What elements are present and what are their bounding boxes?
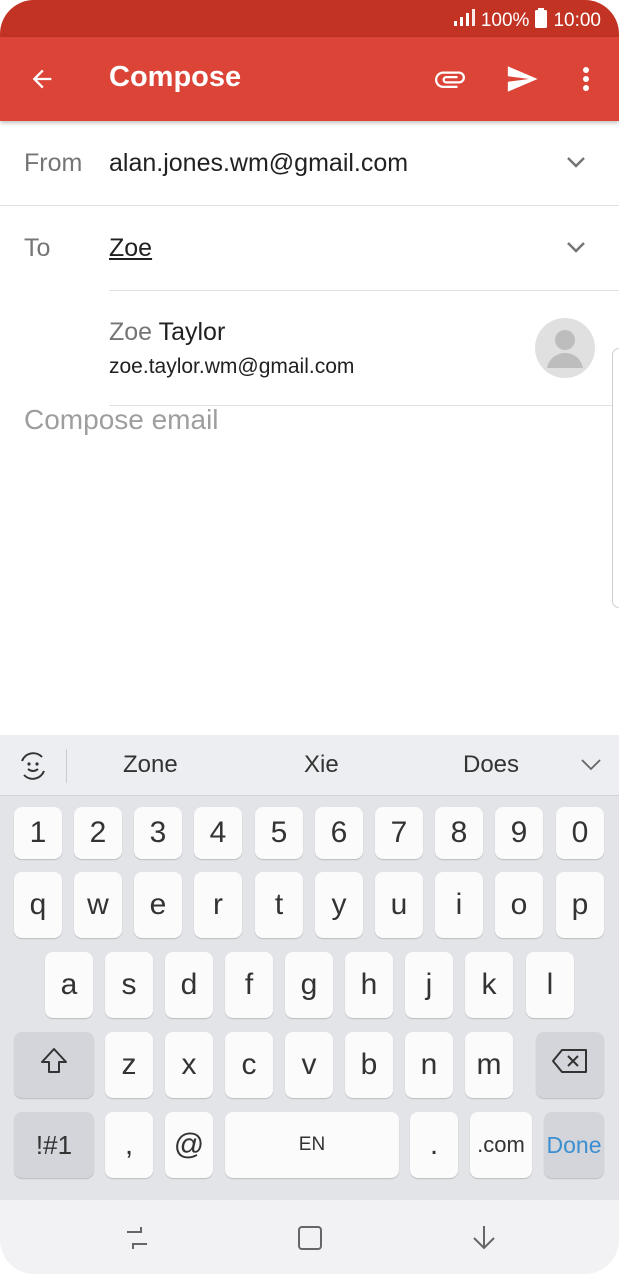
key[interactable]: s xyxy=(105,952,153,1018)
key[interactable]: 5 xyxy=(255,807,303,859)
to-label: To xyxy=(24,234,51,262)
recent-apps-icon[interactable] xyxy=(122,1224,152,1257)
suggestion-bar: Zone Xie Does xyxy=(0,735,619,796)
space-key[interactable]: EN xyxy=(225,1112,399,1178)
backspace-key[interactable] xyxy=(536,1032,604,1098)
symbols-key[interactable]: !#1 xyxy=(14,1112,94,1178)
from-label: From xyxy=(24,149,83,177)
expand-suggestions-chevron-icon[interactable] xyxy=(580,755,602,778)
avatar xyxy=(535,318,595,378)
key[interactable]: 4 xyxy=(194,807,242,859)
key[interactable]: r xyxy=(194,872,242,938)
to-input[interactable]: Zoe xyxy=(109,234,152,263)
word-suggestion[interactable]: Xie xyxy=(304,751,339,779)
key[interactable]: q xyxy=(14,872,62,938)
back-arrow-icon[interactable] xyxy=(22,59,62,99)
suggestion-name-rest: Taylor xyxy=(152,318,226,346)
at-key[interactable]: @ xyxy=(165,1112,213,1178)
from-chevron-down-icon[interactable] xyxy=(565,152,587,177)
suggestion-separator xyxy=(66,749,67,783)
key[interactable]: n xyxy=(405,1032,453,1098)
key[interactable]: 2 xyxy=(74,807,122,859)
key[interactable]: d xyxy=(165,952,213,1018)
key[interactable]: f xyxy=(225,952,273,1018)
screen: 100% 10:00 Compose From alan.jones.wm@gm… xyxy=(0,0,619,1274)
key[interactable]: e xyxy=(134,872,182,938)
emoji-switch-icon[interactable] xyxy=(16,749,50,788)
suggestion-name-match: Zoe xyxy=(109,318,153,346)
key[interactable]: g xyxy=(285,952,333,1018)
key[interactable]: y xyxy=(315,872,363,938)
done-key[interactable]: Done xyxy=(544,1112,604,1178)
key[interactable]: k xyxy=(465,952,513,1018)
word-suggestion[interactable]: Zone xyxy=(123,751,178,779)
key[interactable]: 6 xyxy=(315,807,363,859)
word-suggestion[interactable]: Does xyxy=(463,751,519,779)
from-divider xyxy=(0,205,619,206)
hide-keyboard-arrow-icon[interactable] xyxy=(469,1224,499,1257)
signal-icon xyxy=(453,9,475,33)
clock: 10:00 xyxy=(553,10,601,31)
scroll-indicator xyxy=(612,348,619,608)
key[interactable]: v xyxy=(285,1032,333,1098)
keyboard: Zone Xie Does 1 2 3 4 5 6 7 8 9 0 q w e … xyxy=(0,735,619,1200)
key[interactable]: u xyxy=(375,872,423,938)
key[interactable]: x xyxy=(165,1032,213,1098)
key[interactable]: l xyxy=(526,952,574,1018)
status-bar: 100% 10:00 xyxy=(0,0,619,37)
key[interactable]: i xyxy=(435,872,483,938)
key[interactable]: m xyxy=(465,1032,513,1098)
suggestion-email: zoe.taylor.wm@gmail.com xyxy=(109,355,355,378)
battery-percent: 100% xyxy=(480,10,530,31)
key[interactable]: w xyxy=(74,872,122,938)
key[interactable]: p xyxy=(556,872,604,938)
key[interactable]: a xyxy=(45,952,93,1018)
key[interactable]: j xyxy=(405,952,453,1018)
compose-body-input[interactable]: Compose email xyxy=(24,404,219,436)
shift-icon xyxy=(39,1046,69,1084)
key[interactable]: t xyxy=(255,872,303,938)
send-icon[interactable] xyxy=(500,59,544,99)
from-account-select[interactable]: alan.jones.wm@gmail.com xyxy=(109,149,408,178)
page-title: Compose xyxy=(109,61,242,93)
key[interactable]: o xyxy=(495,872,543,938)
key[interactable]: z xyxy=(105,1032,153,1098)
key[interactable]: 7 xyxy=(375,807,423,859)
more-options-icon[interactable] xyxy=(566,59,606,99)
home-icon[interactable] xyxy=(296,1224,324,1257)
to-chevron-down-icon[interactable] xyxy=(565,237,587,262)
key[interactable]: 3 xyxy=(134,807,182,859)
comma-key[interactable]: , xyxy=(105,1112,153,1178)
period-key[interactable]: . xyxy=(410,1112,458,1178)
key[interactable]: h xyxy=(345,952,393,1018)
suggestion-name: Zoe Taylor xyxy=(109,318,225,347)
key[interactable]: c xyxy=(225,1032,273,1098)
app-bar: Compose xyxy=(0,37,619,121)
key[interactable]: 9 xyxy=(495,807,543,859)
to-divider xyxy=(109,290,619,291)
key[interactable]: 1 xyxy=(14,807,62,859)
key[interactable]: 8 xyxy=(435,807,483,859)
key[interactable]: b xyxy=(345,1032,393,1098)
shift-key[interactable] xyxy=(14,1032,94,1098)
dotcom-key[interactable]: .com xyxy=(470,1112,532,1178)
attach-icon[interactable] xyxy=(428,59,472,99)
battery-icon xyxy=(535,8,548,34)
key[interactable]: 0 xyxy=(556,807,604,859)
navigation-bar xyxy=(0,1200,619,1274)
backspace-icon xyxy=(551,1048,589,1082)
status-right: 100% 10:00 xyxy=(453,8,601,34)
